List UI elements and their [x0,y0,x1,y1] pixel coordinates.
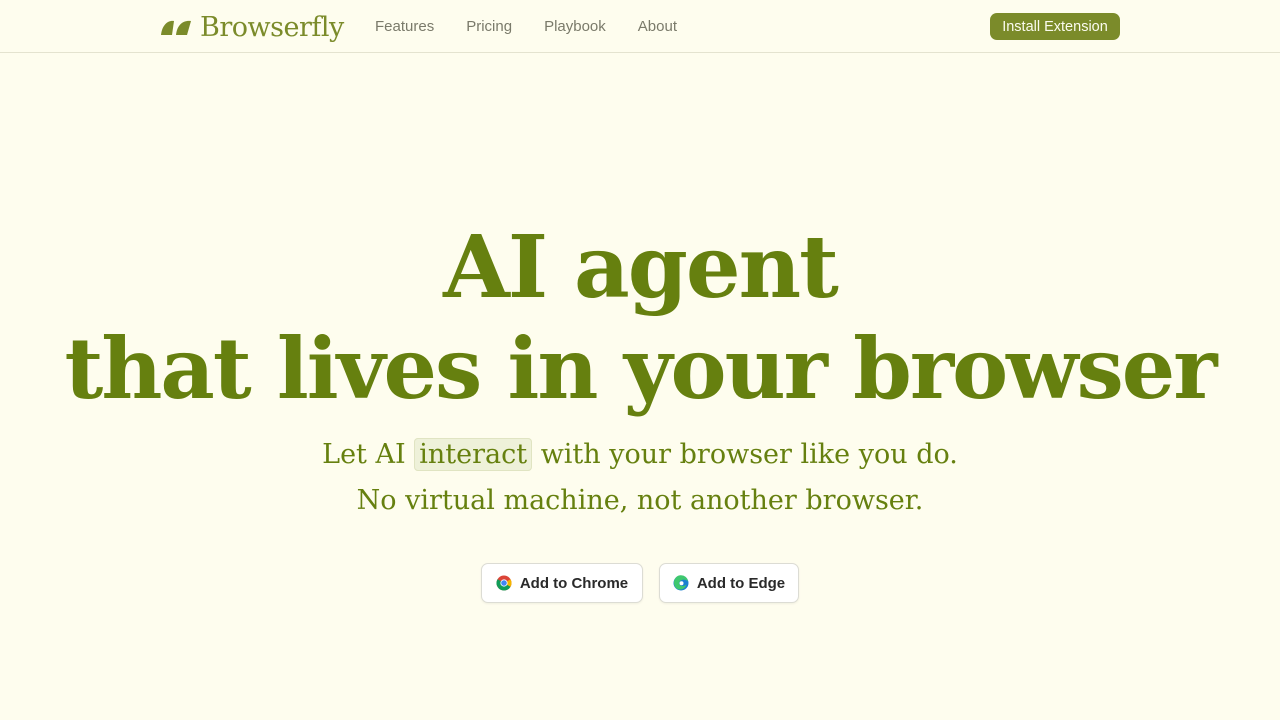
add-to-chrome-label: Add to Chrome [519,574,629,592]
subtitle-suffix: with your browser like you do. [540,439,958,470]
top-nav: Browserfly Features Pricing Playbook Abo… [0,0,1280,53]
add-to-edge-label: Add to Edge [696,574,786,592]
nav-link-pricing[interactable]: Pricing [466,18,512,35]
nav-link-about[interactable]: About [638,18,677,35]
hero-headline-line-1: AI agent [443,217,839,318]
hero-subtitle-line-1: Let AI interact with your browser like y… [0,434,1280,476]
add-to-chrome-button[interactable]: Add to Chrome [481,563,643,603]
add-to-edge-button[interactable]: Add to Edge [659,563,799,603]
subtitle-highlight: interact [414,438,533,471]
nav-link-features[interactable]: Features [375,18,434,35]
install-extension-button[interactable]: Install Extension [990,13,1120,40]
nav-link-playbook[interactable]: Playbook [544,18,606,35]
hero-headline-line-2: that lives in your browser [64,319,1218,418]
brand-name: Browserfly [200,11,344,43]
brand-logo-link[interactable]: Browserfly [160,10,344,44]
edge-icon [673,575,689,591]
browserfly-logo-icon [161,20,191,35]
hero-subtitle-line-2: No virtual machine, not another browser. [356,485,924,516]
subtitle-prefix: Let AI [322,439,406,470]
chrome-icon [496,575,512,591]
nav-links: Features Pricing Playbook About [375,0,709,53]
